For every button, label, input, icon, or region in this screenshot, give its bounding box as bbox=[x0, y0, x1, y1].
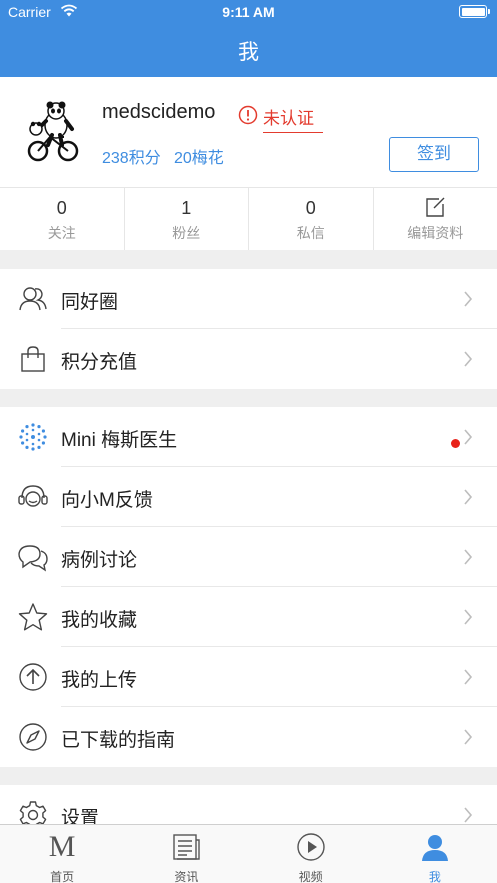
menu-item-mini-doctor[interactable]: Mini 梅斯医生 bbox=[0, 407, 497, 467]
panda-bike-avatar[interactable] bbox=[24, 101, 84, 163]
chevron-right-icon bbox=[464, 729, 473, 745]
menu-label: Mini 梅斯医生 bbox=[61, 430, 178, 451]
menu-item-uploads[interactable]: 我的上传 bbox=[0, 647, 497, 707]
tab-label: 视频 bbox=[298, 870, 323, 883]
stat-followers[interactable]: 1 粉丝 bbox=[125, 188, 249, 250]
chevron-right-icon bbox=[464, 669, 473, 685]
profile-card: medscidemo 未认证 238积分 20梅花 签到 bbox=[0, 77, 497, 187]
checkin-button[interactable]: 签到 bbox=[389, 137, 479, 172]
home-m-icon: M bbox=[48, 830, 76, 863]
menu-group-community: 同好圈 积分充值 bbox=[0, 269, 497, 389]
blossom-balance[interactable]: 20梅花 bbox=[174, 144, 224, 168]
tab-home[interactable]: M 首页 bbox=[0, 825, 124, 883]
clock: 9:11 AM bbox=[222, 4, 275, 20]
verification-status-link[interactable]: 未认证 bbox=[263, 104, 323, 133]
chevron-right-icon bbox=[464, 351, 473, 367]
upload-icon bbox=[19, 663, 47, 691]
tab-bar: M 首页 资讯 视频 我 bbox=[0, 824, 497, 883]
menu-label: 病例讨论 bbox=[61, 550, 138, 571]
chevron-right-icon bbox=[464, 429, 473, 445]
menu-label: 同好圈 bbox=[61, 292, 119, 313]
star-icon bbox=[18, 603, 48, 631]
shopping-bag-icon bbox=[21, 346, 45, 372]
chat-bubbles-icon bbox=[18, 545, 48, 572]
tab-news[interactable]: 资讯 bbox=[124, 825, 248, 883]
stat-messages[interactable]: 0 私信 bbox=[249, 188, 374, 250]
mini-doctor-icon bbox=[19, 423, 47, 451]
tab-label: 首页 bbox=[50, 870, 75, 883]
followers-label: 粉丝 bbox=[172, 225, 201, 241]
warning-icon bbox=[238, 105, 258, 125]
menu-label: 向小M反馈 bbox=[61, 490, 153, 511]
menu-item-feedback[interactable]: 向小M反馈 bbox=[0, 467, 497, 527]
menu-label: 我的上传 bbox=[61, 670, 138, 691]
chevron-right-icon bbox=[464, 807, 473, 823]
menu-item-case-discussion[interactable]: 病例讨论 bbox=[0, 527, 497, 587]
username: medscidemo bbox=[102, 101, 216, 123]
tab-label: 我 bbox=[428, 870, 441, 883]
chevron-right-icon bbox=[464, 609, 473, 625]
stats-bar: 0 关注 1 粉丝 0 私信 编辑资料 bbox=[0, 187, 497, 250]
chevron-right-icon bbox=[464, 489, 473, 505]
tab-video[interactable]: 视频 bbox=[249, 825, 373, 883]
news-icon bbox=[173, 834, 201, 860]
stat-following[interactable]: 0 关注 bbox=[0, 188, 125, 250]
chevron-right-icon bbox=[464, 291, 473, 307]
person-icon bbox=[421, 835, 448, 861]
navigation-header: Carrier 9:11 AM 我 bbox=[0, 0, 497, 77]
page-title: 我 bbox=[238, 41, 259, 64]
menu-item-favorites[interactable]: 我的收藏 bbox=[0, 587, 497, 647]
messages-label: 私信 bbox=[296, 225, 325, 241]
following-label: 关注 bbox=[47, 225, 76, 241]
edit-profile-button[interactable]: 编辑资料 bbox=[374, 188, 497, 250]
compass-icon bbox=[19, 723, 47, 751]
menu-label: 已下载的指南 bbox=[61, 730, 176, 751]
status-bar: Carrier 9:11 AM bbox=[0, 0, 497, 26]
headset-icon bbox=[18, 485, 48, 507]
menu-group-features: Mini 梅斯医生 向小M反馈 病例讨论 我的收藏 我的上传 已下载的指南 bbox=[0, 407, 497, 767]
followers-count: 1 bbox=[181, 198, 192, 218]
menu-label: 我的收藏 bbox=[61, 610, 138, 631]
menu-item-friends-circle[interactable]: 同好圈 bbox=[0, 269, 497, 329]
friends-icon bbox=[19, 287, 47, 311]
edit-icon bbox=[426, 197, 445, 217]
notification-badge bbox=[451, 439, 460, 448]
edit-profile-label: 编辑资料 bbox=[407, 225, 464, 241]
menu-label: 积分充值 bbox=[61, 352, 138, 373]
following-count: 0 bbox=[56, 198, 67, 218]
menu-item-downloaded-guides[interactable]: 已下载的指南 bbox=[0, 707, 497, 767]
tab-label: 资讯 bbox=[174, 870, 199, 883]
chevron-right-icon bbox=[464, 549, 473, 565]
messages-count: 0 bbox=[305, 198, 316, 218]
video-play-icon bbox=[296, 833, 325, 861]
tab-me[interactable]: 我 bbox=[373, 825, 497, 883]
battery-icon bbox=[459, 5, 490, 18]
points-balance[interactable]: 238积分 bbox=[102, 144, 161, 168]
menu-item-points-recharge[interactable]: 积分充值 bbox=[0, 329, 497, 389]
